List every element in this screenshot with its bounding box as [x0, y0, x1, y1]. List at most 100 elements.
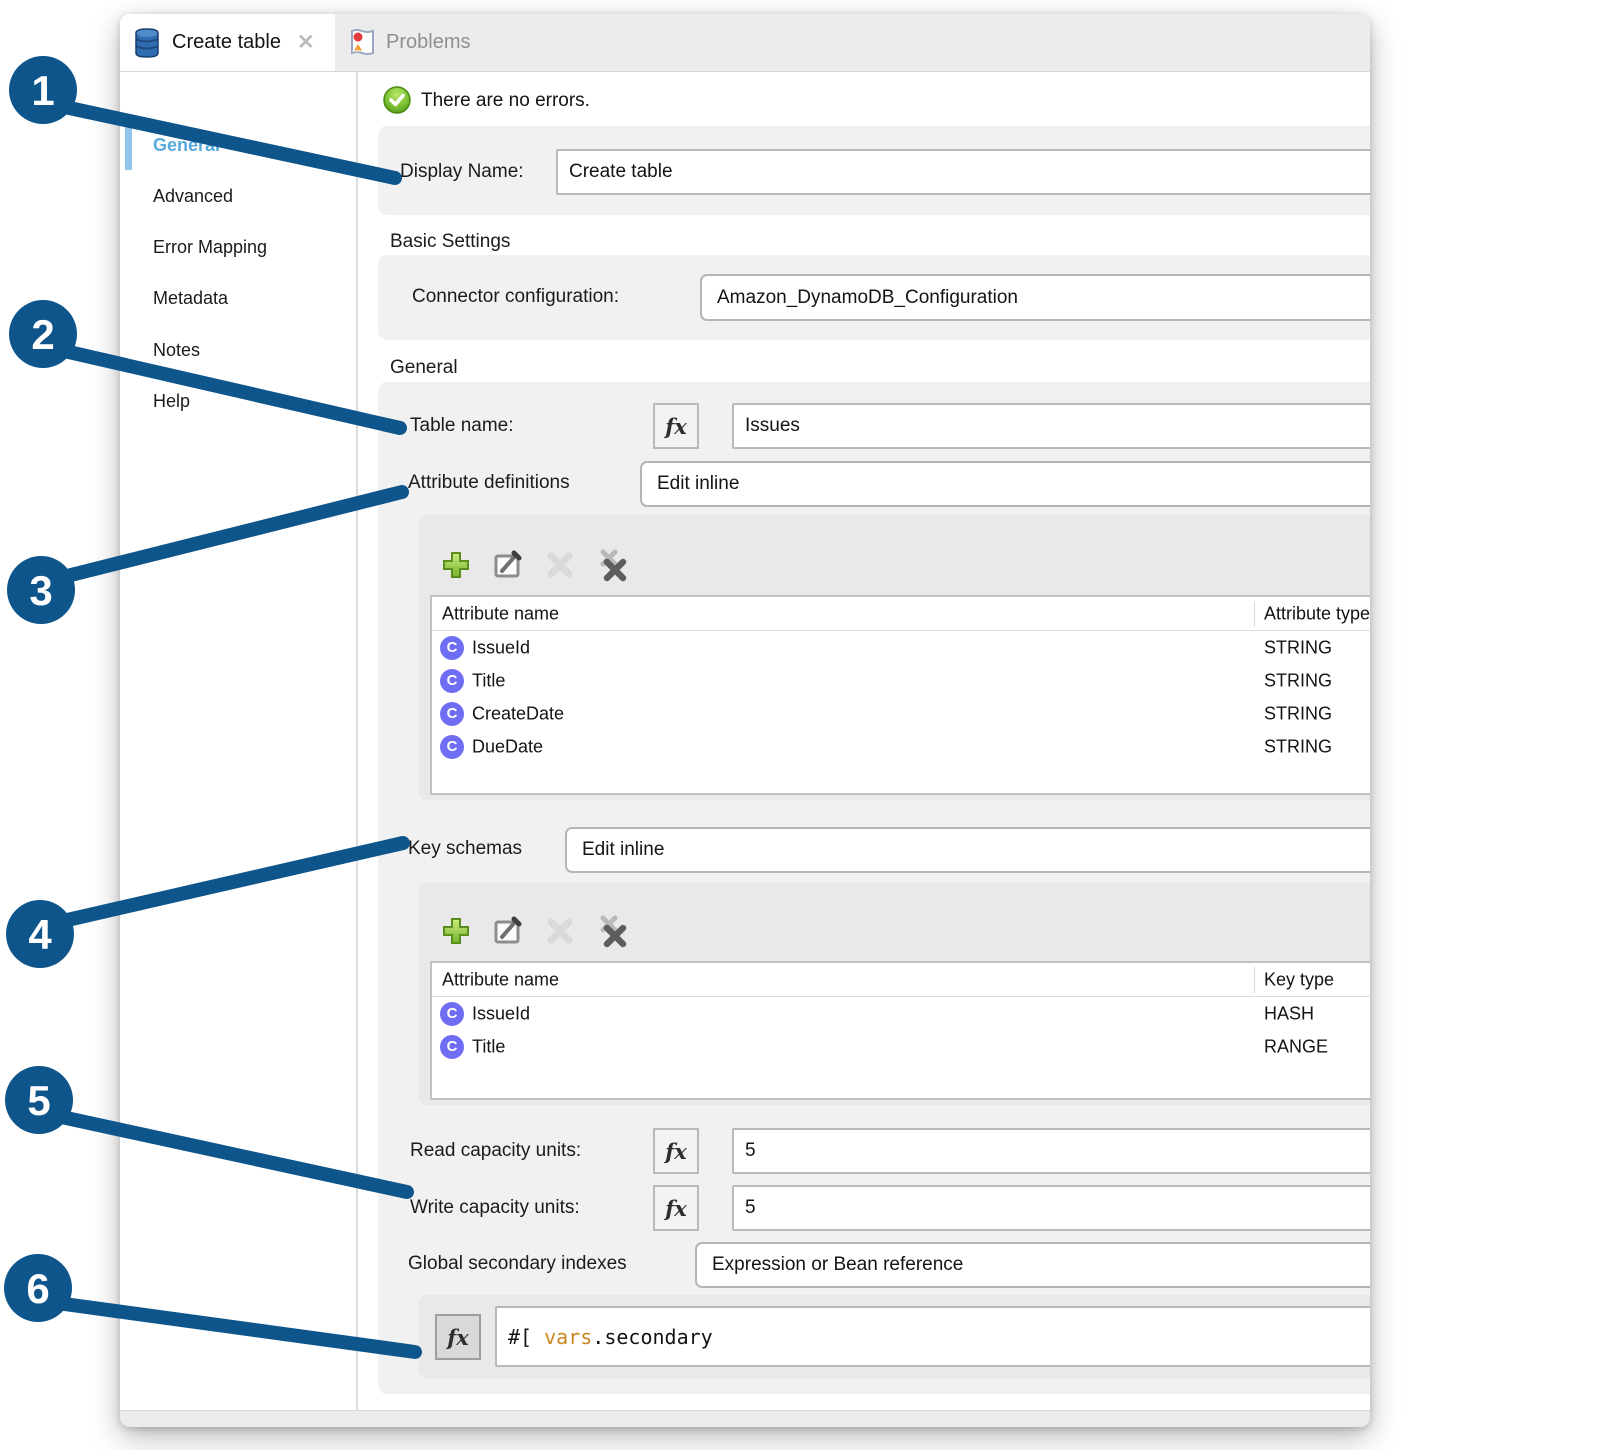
- attribute-icon: C: [440, 702, 464, 726]
- status-message: There are no errors.: [421, 90, 590, 112]
- write-capacity-fx-button[interactable]: fx: [653, 1185, 699, 1231]
- key-schemas-toolbar: [438, 913, 629, 948]
- tab-bar: Create table ✕ Problems: [120, 14, 1370, 72]
- table-row[interactable]: C IssueId HASH: [432, 997, 1370, 1030]
- display-name-label: Display Name:: [400, 161, 524, 183]
- column-divider: [1254, 967, 1255, 993]
- edit-row-icon[interactable]: [490, 547, 525, 582]
- col-attribute-name: Attribute name: [442, 969, 559, 990]
- table-row[interactable]: C Title STRING: [432, 664, 1370, 697]
- cell-attribute-type: STRING: [1264, 637, 1332, 658]
- expression-text: #[ vars.secondary: [508, 1325, 713, 1349]
- cell-attribute-name: IssueId: [472, 1003, 530, 1024]
- attribute-definitions-editor: Attribute name Attribute type C IssueId …: [418, 515, 1370, 800]
- delete-all-rows-icon[interactable]: [594, 547, 629, 582]
- cell-attribute-type: STRING: [1264, 670, 1332, 691]
- table-name-fx-button[interactable]: fx: [653, 403, 699, 449]
- edit-row-icon[interactable]: [490, 913, 525, 948]
- column-divider: [1254, 601, 1255, 627]
- read-capacity-input[interactable]: 5: [732, 1128, 1370, 1174]
- page: Create table ✕ Problems General Advanced…: [0, 0, 1598, 1450]
- global-secondary-indexes-label: Global secondary indexes: [408, 1253, 627, 1275]
- callout-number-4: 4: [28, 911, 52, 958]
- key-schemas-mode-select[interactable]: Edit inline: [565, 827, 1370, 873]
- properties-sidebar: General Advanced Error Mapping Metadata …: [120, 72, 356, 1411]
- delete-row-icon[interactable]: [542, 547, 577, 582]
- connector-configuration-label: Connector configuration:: [412, 286, 619, 308]
- cell-attribute-type: STRING: [1264, 736, 1332, 757]
- table-row[interactable]: C IssueId STRING: [432, 631, 1370, 664]
- callout-number-5: 5: [27, 1077, 50, 1124]
- sidebar-item-error-mapping[interactable]: Error Mapping: [153, 237, 267, 258]
- callout-circle-5: [5, 1066, 73, 1134]
- tab-problems-label: Problems: [386, 31, 470, 54]
- table-name-label: Table name:: [410, 415, 514, 437]
- tab-problems[interactable]: Problems: [335, 14, 496, 71]
- display-name-input[interactable]: Create table: [556, 149, 1370, 195]
- window-bottom-strip: [120, 1410, 1370, 1427]
- attribute-icon: C: [440, 1002, 464, 1026]
- write-capacity-input[interactable]: 5: [732, 1185, 1370, 1231]
- cell-attribute-name: DueDate: [472, 736, 543, 757]
- delete-row-icon[interactable]: [542, 913, 577, 948]
- sidebar-item-advanced[interactable]: Advanced: [153, 186, 233, 207]
- sidebar-item-notes[interactable]: Notes: [153, 340, 200, 361]
- tab-create-table-label: Create table: [172, 31, 281, 54]
- attribute-icon: C: [440, 636, 464, 660]
- callout-number-6: 6: [26, 1265, 49, 1312]
- sidebar-item-metadata[interactable]: Metadata: [153, 288, 228, 309]
- table-row[interactable]: C DueDate STRING: [432, 730, 1370, 763]
- callout-circle-2: [9, 300, 77, 368]
- callout-circle-1: [9, 56, 77, 124]
- attribute-definitions-table: Attribute name Attribute type C IssueId …: [430, 595, 1370, 795]
- callout-number-1: 1: [31, 67, 54, 114]
- attribute-icon: C: [440, 669, 464, 693]
- cell-attribute-name: IssueId: [472, 637, 530, 658]
- cell-attribute-name: Title: [472, 1036, 505, 1057]
- callout-circle-3: [7, 556, 75, 624]
- cell-attribute-type: STRING: [1264, 703, 1332, 724]
- attribute-icon: C: [440, 1035, 464, 1059]
- expression-fx-button[interactable]: fx: [435, 1314, 481, 1360]
- read-capacity-label: Read capacity units:: [410, 1140, 581, 1162]
- attribute-icon: C: [440, 735, 464, 759]
- table-name-input[interactable]: Issues: [732, 403, 1370, 449]
- cell-key-type: RANGE: [1264, 1036, 1328, 1057]
- table-row[interactable]: C CreateDate STRING: [432, 697, 1370, 730]
- delete-all-rows-icon[interactable]: [594, 913, 629, 948]
- read-capacity-fx-button[interactable]: fx: [653, 1128, 699, 1174]
- tab-create-table[interactable]: Create table ✕: [120, 14, 335, 71]
- no-errors-icon: [383, 86, 411, 114]
- key-schemas-table: Attribute name Key type C IssueId HASH C…: [430, 961, 1370, 1100]
- sidebar-item-general[interactable]: General: [153, 135, 220, 156]
- write-capacity-label: Write capacity units:: [410, 1197, 580, 1219]
- connector-configuration-select[interactable]: Amazon_DynamoDB_Configuration: [700, 274, 1370, 321]
- col-attribute-name: Attribute name: [442, 603, 559, 624]
- basic-settings-heading: Basic Settings: [390, 231, 510, 253]
- sidebar-item-help[interactable]: Help: [153, 391, 190, 412]
- add-row-icon[interactable]: [438, 547, 473, 582]
- cell-attribute-name: Title: [472, 670, 505, 691]
- attribute-definitions-header: Attribute name Attribute type: [432, 597, 1370, 631]
- problems-icon: [349, 28, 376, 57]
- sidebar-active-accent: [125, 120, 132, 170]
- col-key-type: Key type: [1264, 969, 1334, 990]
- callout-number-2: 2: [31, 311, 54, 358]
- key-schemas-editor: Attribute name Key type C IssueId HASH C…: [418, 882, 1370, 1105]
- table-row[interactable]: C Title RANGE: [432, 1030, 1370, 1063]
- dynamodb-icon: [132, 27, 162, 59]
- key-schemas-header: Attribute name Key type: [432, 963, 1370, 997]
- general-heading: General: [390, 357, 458, 379]
- tab-close-icon[interactable]: ✕: [297, 30, 315, 55]
- attribute-definitions-mode-select[interactable]: Edit inline: [640, 461, 1370, 507]
- add-row-icon[interactable]: [438, 913, 473, 948]
- global-secondary-indexes-mode-select[interactable]: Expression or Bean reference: [695, 1242, 1370, 1288]
- attribute-definitions-toolbar: [438, 547, 629, 582]
- callout-number-3: 3: [29, 567, 52, 614]
- cell-key-type: HASH: [1264, 1003, 1314, 1024]
- expression-input[interactable]: #[ vars.secondary: [495, 1306, 1370, 1367]
- key-schemas-label: Key schemas: [408, 838, 522, 860]
- sidebar-divider: [356, 71, 358, 1411]
- col-attribute-type: Attribute type: [1264, 603, 1370, 624]
- properties-editor-window: Create table ✕ Problems General Advanced…: [120, 14, 1370, 1427]
